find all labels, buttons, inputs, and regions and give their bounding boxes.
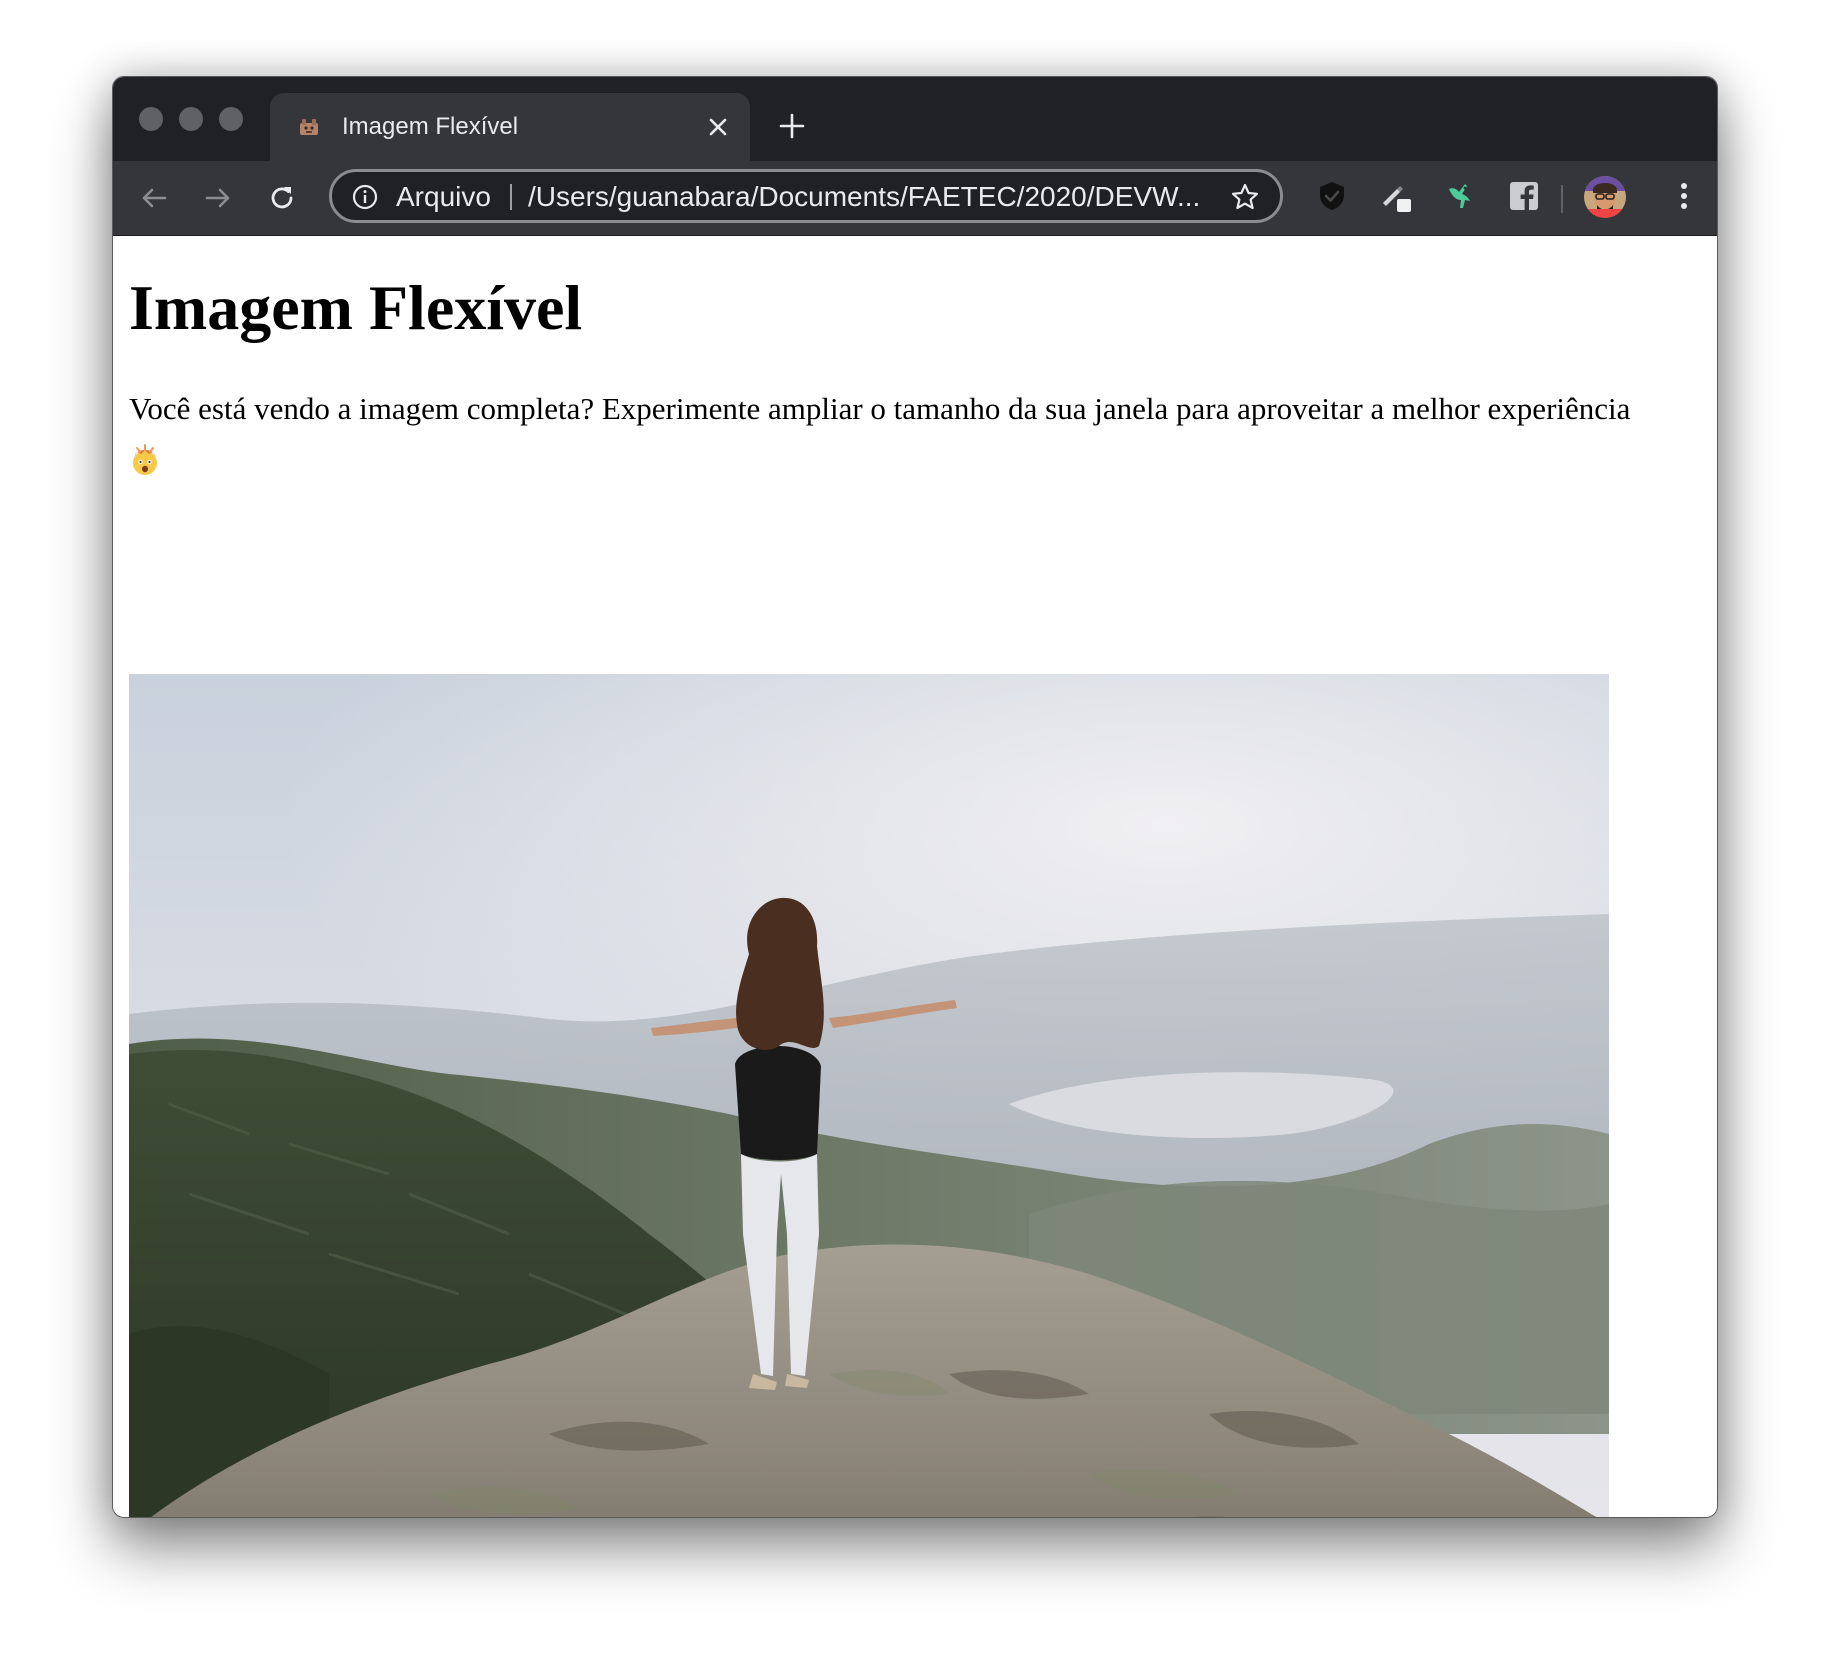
tab-title: Imagem Flexível [342,113,519,140]
page-paragraph: Você está vendo a imagem completa? Exper… [129,386,1709,478]
back-arrow-icon[interactable] [137,181,171,215]
page-content: Imagem Flexível Você está vendo a imagem… [113,236,1717,1517]
address-bar[interactable]: Arquivo /Users/guanabara/Documents/FAETE… [329,169,1283,223]
shield-extension-icon[interactable] [1315,179,1349,213]
forward-arrow-icon[interactable] [201,181,235,215]
bird-extension-icon[interactable] [1443,179,1477,213]
paragraph-text: Você está vendo a imagem completa? Exper… [129,391,1631,426]
address-scheme-label: Arquivo [396,181,491,212]
new-tab-icon[interactable] [777,111,807,141]
facebook-extension-icon[interactable] [1507,179,1541,213]
profile-avatar-icon[interactable] [1583,175,1627,219]
toolbar-separator [1561,185,1563,213]
mountain-summit-photo [129,674,1609,1517]
tab-strip: Imagem Flexível [113,77,1717,161]
tab-active[interactable]: Imagem Flexível [270,93,750,161]
zoom-window-button[interactable] [219,107,243,131]
reload-icon[interactable] [265,181,299,215]
minimize-window-button[interactable] [179,107,203,131]
tab-close-icon[interactable] [704,113,732,141]
exploding-head-emoji-icon [133,443,157,475]
toolbar: Arquivo /Users/guanabara/Documents/FAETE… [113,161,1717,236]
page-heading: Imagem Flexível [129,272,583,343]
close-window-button[interactable] [139,107,163,131]
menu-vertical-dots-icon[interactable] [1667,179,1701,213]
address-divider [510,184,512,210]
page-favicon-icon [300,119,318,135]
browser-window: Imagem Flexível Arquivo /Users/guanabara… [112,76,1718,1518]
pen-extension-icon[interactable] [1379,179,1413,213]
bookmark-star-icon[interactable] [1230,182,1260,212]
info-icon[interactable] [352,184,378,210]
address-url[interactable]: /Users/guanabara/Documents/FAETEC/2020/D… [528,180,1200,214]
